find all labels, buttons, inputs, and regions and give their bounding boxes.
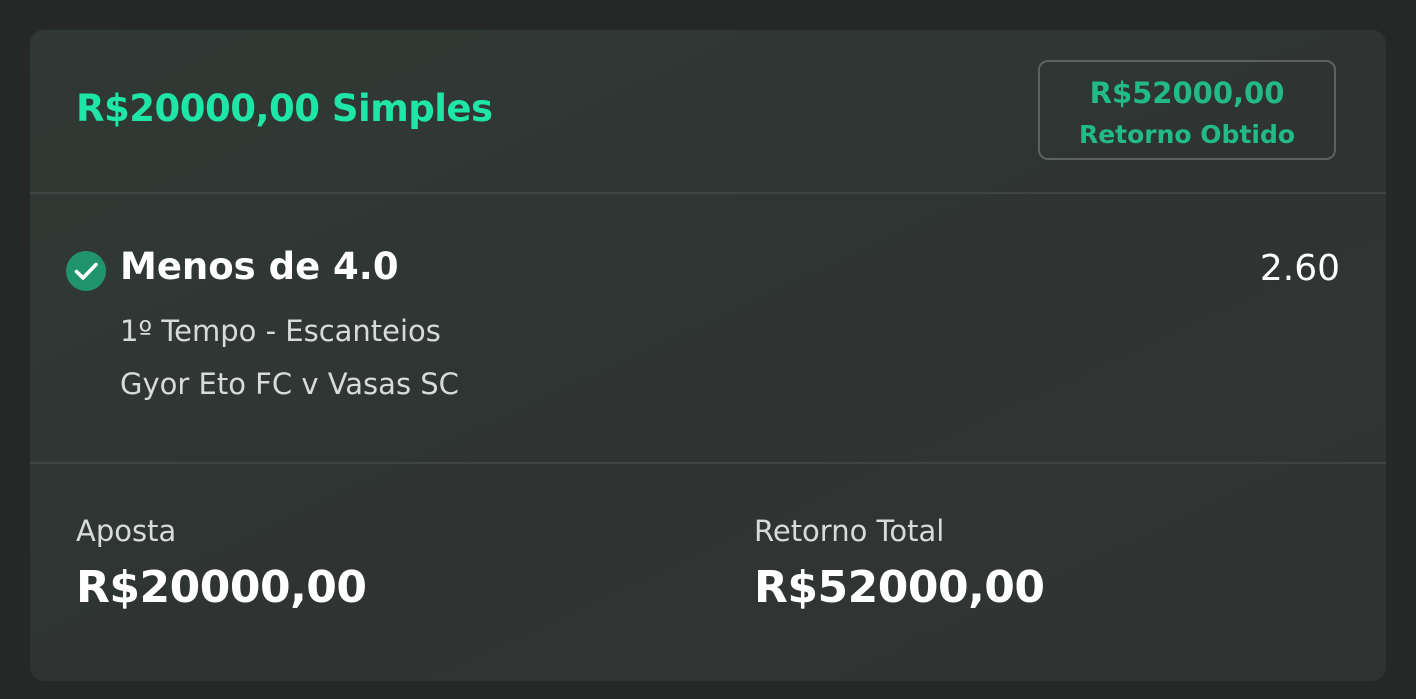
return-obtained-badge: R$52000,00 Retorno Obtido — [1038, 60, 1336, 160]
total-return-value: R$52000,00 — [754, 562, 1045, 613]
stake-label: Aposta — [76, 514, 177, 548]
stake-value: R$20000,00 — [76, 562, 367, 613]
bet-card: R$20000,00 Simples R$52000,00 Retorno Ob… — [30, 30, 1386, 681]
selection-event: Gyor Eto FC v Vasas SC — [120, 367, 459, 401]
selection-market: 1º Tempo - Escanteios — [120, 314, 441, 348]
bet-card-header: R$20000,00 Simples R$52000,00 Retorno Ob… — [30, 30, 1386, 194]
badge-return-label: Retorno Obtido — [1078, 120, 1296, 149]
bet-selection: Menos de 4.0 2.60 1º Tempo - Escanteios … — [30, 194, 1386, 464]
badge-return-amount: R$52000,00 — [1089, 76, 1285, 110]
bet-stake-title: R$20000,00 Simples — [76, 87, 493, 130]
check-circle-icon — [66, 251, 106, 291]
selection-odds: 2.60 — [1259, 248, 1340, 289]
selection-title: Menos de 4.0 — [120, 245, 399, 288]
total-return-label: Retorno Total — [754, 514, 945, 548]
